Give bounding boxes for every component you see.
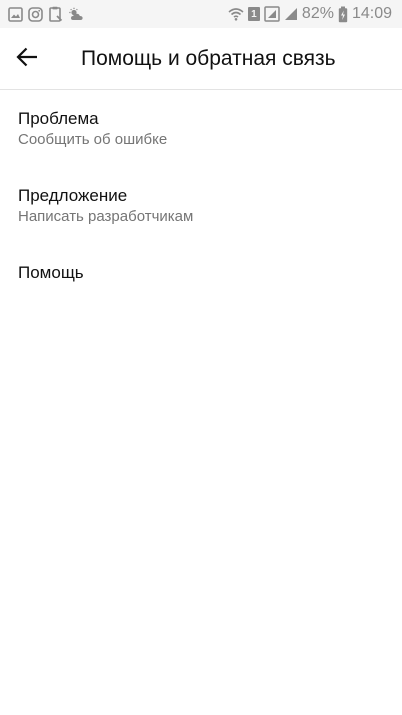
sim-icon: 1 <box>247 7 260 21</box>
weather-icon <box>68 7 86 22</box>
status-bar: 1 82% 14:09 <box>0 0 402 28</box>
instagram-icon <box>28 6 43 22</box>
signal-icon <box>284 7 298 21</box>
clock: 14:09 <box>351 5 392 22</box>
battery-icon <box>338 6 348 23</box>
menu-item-subtitle: Написать разработчикам <box>18 208 194 225</box>
arrow-left-icon <box>16 47 38 72</box>
signal-box-icon <box>264 6 280 22</box>
menu-item-title: Помощь <box>18 263 84 282</box>
clipboard-icon <box>48 6 63 22</box>
menu-item-problem[interactable]: Проблема Сообщить об ошибке <box>0 90 402 167</box>
status-bar-notifications <box>8 5 86 23</box>
app-bar: Помощь и обратная связь <box>0 28 402 90</box>
back-button[interactable] <box>10 42 44 76</box>
menu-item-subtitle: Сообщить об ошибке <box>18 131 168 148</box>
menu-item-title: Проблема <box>18 109 99 128</box>
wifi-icon <box>228 7 244 21</box>
menu-item-title: Предложение <box>18 186 128 205</box>
page-title: Помощь и обратная связь <box>81 47 336 70</box>
battery-percent: 82% <box>301 5 334 22</box>
menu-item-help[interactable]: Помощь <box>0 244 402 304</box>
menu-item-suggestion[interactable]: Предложение Написать разработчикам <box>0 167 402 244</box>
status-bar-system: 1 82% 14:09 <box>228 4 392 24</box>
image-icon <box>8 6 23 22</box>
